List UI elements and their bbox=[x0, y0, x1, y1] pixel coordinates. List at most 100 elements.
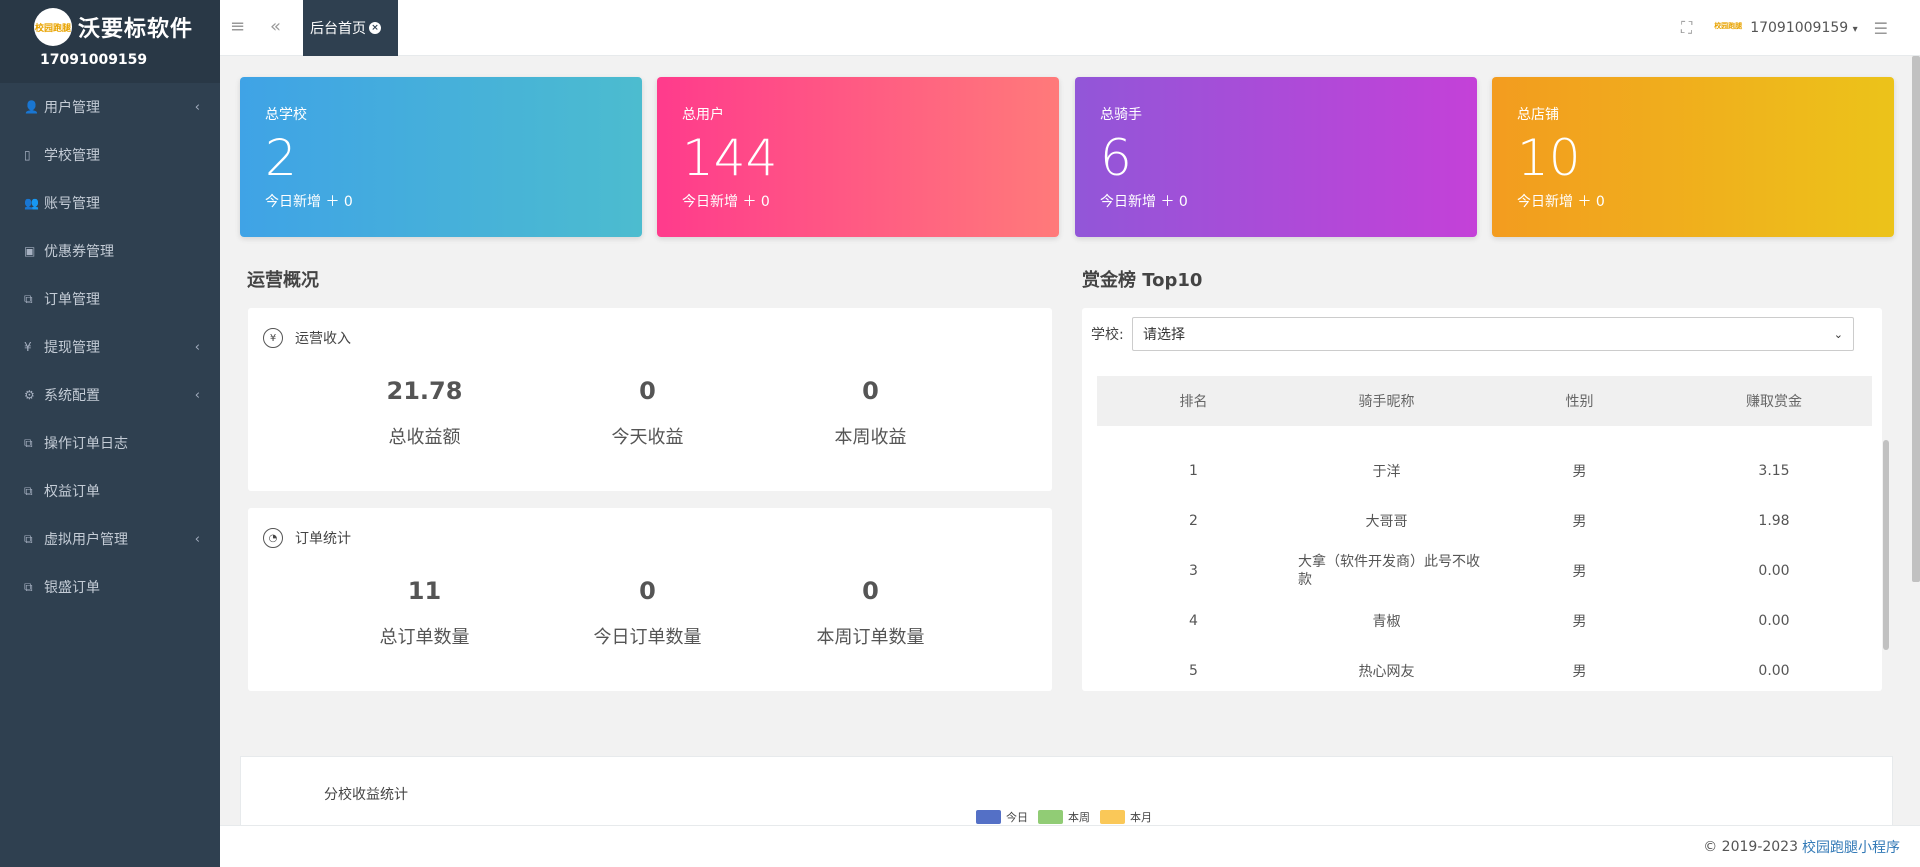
table-cell: 于洋 bbox=[1372, 464, 1401, 480]
card-note: 今日新增 ＋ 0 bbox=[1517, 194, 1605, 210]
table-cell: 男 bbox=[1572, 514, 1587, 530]
sidebar: 校园跑腿 沃要标软件 17091009159 👤 用户管理 ‹ ▯ 学校管理 👥 账号管理 ▣… bbox=[0, 0, 220, 867]
user-icon: 👤 bbox=[24, 100, 39, 114]
legend-item[interactable]: 今日 bbox=[976, 809, 1028, 825]
table-cell: 0.00 bbox=[1758, 663, 1790, 679]
stat-label: 今日订单数量 bbox=[593, 627, 702, 648]
income-title: 运营收入 bbox=[295, 331, 351, 347]
sidebar-item-label: 账号管理 bbox=[44, 196, 100, 212]
table-cell: 男 bbox=[1572, 564, 1587, 580]
sidebar-item-label: 优惠券管理 bbox=[44, 244, 114, 260]
sidebar-item-label: 虚拟用户管理 bbox=[44, 532, 128, 548]
copy-icon: ⧉ bbox=[24, 531, 33, 546]
stat-value: 11 bbox=[407, 577, 442, 605]
sidebar-item[interactable]: ▣ 优惠券管理 bbox=[0, 227, 220, 275]
table-cell: 0.00 bbox=[1758, 563, 1790, 579]
stat-label: 总订单数量 bbox=[379, 627, 470, 648]
menu-toggle-icon[interactable]: ≡ bbox=[230, 16, 245, 37]
card-value: 10 bbox=[1517, 129, 1581, 187]
settings-panel-icon[interactable]: ☰ bbox=[1874, 19, 1888, 38]
building-icon: ▯ bbox=[24, 148, 31, 162]
yen-circle-icon: ¥ bbox=[263, 328, 283, 348]
sidebar-item[interactable]: ¥ 提现管理 ‹ bbox=[0, 323, 220, 371]
table-cell: 1 bbox=[1189, 463, 1198, 479]
table-cell: 2 bbox=[1189, 513, 1198, 529]
sidebar-item[interactable]: ⧉ 订单管理 bbox=[0, 275, 220, 323]
user-name: 17091009159 bbox=[1750, 20, 1849, 36]
operations-title: 运营概况 bbox=[247, 270, 319, 291]
logo: 校园跑腿 bbox=[34, 8, 72, 46]
copy-icon: ⧉ bbox=[24, 435, 33, 450]
header-cell: 性别 bbox=[1565, 394, 1594, 410]
sidebar-item[interactable]: ⧉ 虚拟用户管理 ‹ bbox=[0, 515, 220, 563]
fullscreen-icon[interactable]: ⛶ bbox=[1681, 18, 1692, 38]
stat-value: 0 bbox=[639, 577, 656, 605]
tab-home[interactable]: 后台首页 × bbox=[303, 0, 398, 56]
header-cell: 赚取赏金 bbox=[1746, 394, 1802, 410]
tab-home-label: 后台首页 bbox=[310, 21, 366, 37]
user-dropdown[interactable]: 17091009159 ▾ bbox=[1750, 20, 1857, 36]
ranking-scrollbar[interactable] bbox=[1883, 440, 1889, 650]
card-value: 144 bbox=[682, 129, 778, 187]
school-label: 学校: bbox=[1091, 327, 1124, 343]
footer-link[interactable]: 校园跑腿小程序 bbox=[1802, 837, 1900, 857]
school-select-value: 请选择 bbox=[1143, 327, 1185, 343]
brand-user: 17091009159 bbox=[40, 52, 148, 68]
legend-item[interactable]: 本月 bbox=[1100, 809, 1152, 825]
page-scrollbar[interactable] bbox=[1912, 56, 1920, 582]
sidebar-item[interactable]: ⚙ 系统配置 ‹ bbox=[0, 371, 220, 419]
stat-label: 本周订单数量 bbox=[816, 627, 925, 648]
chevron-left-icon: ‹ bbox=[194, 531, 200, 547]
brand-area: 校园跑腿 沃要标软件 17091009159 bbox=[0, 0, 220, 83]
legend-label: 本周 bbox=[1068, 811, 1090, 824]
chart-legend: 今日 本周 本月 bbox=[976, 809, 1162, 825]
sidebar-item[interactable]: 👤 用户管理 ‹ bbox=[0, 83, 220, 131]
chevron-left-icon: ‹ bbox=[194, 99, 200, 115]
brand-name: 沃要标软件 bbox=[78, 17, 194, 42]
tab-close-icon[interactable]: × bbox=[369, 22, 381, 34]
school-select[interactable]: 请选择 ⌄ bbox=[1132, 317, 1854, 351]
stat-card-users: 总用户 144 今日新增 ＋ 0 bbox=[657, 77, 1059, 237]
card-title: 总用户 bbox=[682, 107, 724, 123]
sidebar-item-label: 权益订单 bbox=[44, 484, 100, 500]
card-value: 6 bbox=[1100, 129, 1132, 187]
stat-week-orders: 0 本周订单数量 bbox=[759, 577, 982, 649]
sidebar-item[interactable]: ⧉ 操作订单日志 bbox=[0, 419, 220, 467]
legend-item[interactable]: 本周 bbox=[1038, 809, 1090, 825]
stat-total-orders: 11 总订单数量 bbox=[313, 577, 536, 649]
ranking-panel: 学校: 请选择 ⌄ 排名 骑手昵称 性别 赚取赏金 1 于洋男 3.15 2 大哥哥男 1… bbox=[1082, 308, 1882, 691]
stat-total-income: 21.78 总收益额 bbox=[313, 377, 536, 449]
ticket-icon: ▣ bbox=[24, 244, 36, 258]
avatar[interactable]: 校园跑腿 bbox=[1714, 21, 1744, 35]
table-cell: 5 bbox=[1189, 663, 1198, 679]
table-cell: 热心网友 bbox=[1358, 664, 1415, 680]
table-cell: 男 bbox=[1572, 664, 1587, 680]
yen-icon: ¥ bbox=[24, 340, 32, 354]
card-value: 2 bbox=[265, 129, 297, 187]
stat-card-riders: 总骑手 6 今日新增 ＋ 0 bbox=[1075, 77, 1477, 237]
table-cell: 3.15 bbox=[1758, 463, 1790, 479]
sidebar-item[interactable]: ▯ 学校管理 bbox=[0, 131, 220, 179]
table-cell: 3 bbox=[1189, 563, 1198, 579]
card-note: 今日新增 ＋ 0 bbox=[1100, 194, 1188, 210]
sidebar-item[interactable]: ⧉ 银盛订单 bbox=[0, 563, 220, 611]
copy-icon: ⧉ bbox=[24, 579, 33, 594]
table-cell: 大哥哥 bbox=[1365, 514, 1408, 530]
header-cell: 排名 bbox=[1179, 394, 1208, 410]
tab-scroll-left-icon[interactable]: « bbox=[270, 16, 281, 37]
users-icon: 👥 bbox=[24, 196, 39, 210]
legend-label: 本月 bbox=[1130, 811, 1152, 824]
table-row: 5 热心网友 男 0.00 bbox=[1097, 646, 1872, 696]
caret-down-icon: ▾ bbox=[1852, 24, 1858, 35]
header-cell: 骑手昵称 bbox=[1358, 394, 1415, 410]
chart-pie-icon: ◔ bbox=[263, 528, 283, 548]
sidebar-item[interactable]: 👥 账号管理 bbox=[0, 179, 220, 227]
sidebar-item-label: 银盛订单 bbox=[44, 580, 100, 596]
table-cell: 4 bbox=[1189, 613, 1198, 629]
table-cell: 0.00 bbox=[1758, 613, 1790, 629]
stat-value: 0 bbox=[862, 377, 879, 405]
chevron-left-icon: ‹ bbox=[194, 339, 200, 355]
table-cell: 男 bbox=[1572, 464, 1587, 480]
orders-title: 订单统计 bbox=[295, 531, 351, 547]
sidebar-item[interactable]: ⧉ 权益订单 bbox=[0, 467, 220, 515]
